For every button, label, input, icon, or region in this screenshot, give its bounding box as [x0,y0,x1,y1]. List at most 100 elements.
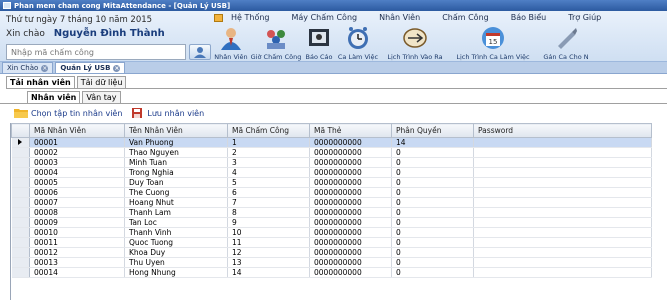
table-cell[interactable]: 0 [391,167,474,178]
table-cell[interactable]: Minh Tuan [124,157,228,168]
toolbar-shift-button[interactable]: Ca Làm Việc [336,24,380,62]
table-cell[interactable] [473,197,652,208]
column-header[interactable]: Mã Nhân Viên [29,123,125,138]
toolbar-assign-shift-button[interactable]: Gán Ca Cho N [536,24,596,62]
table-cell[interactable] [473,167,652,178]
table-cell[interactable]: 0 [391,237,474,248]
menu-item-he-thong[interactable]: Hệ Thống [231,13,269,22]
table-cell[interactable]: 6 [227,187,310,198]
tab-xin-chao[interactable]: Xin Chào × [2,62,54,73]
table-cell[interactable]: 00010 [29,227,125,238]
table-cell[interactable] [473,227,652,238]
table-cell[interactable]: 00009 [29,217,125,228]
table-cell[interactable] [473,267,652,278]
table-cell[interactable]: 0000000000 [309,227,392,238]
table-cell[interactable]: 00012 [29,247,125,258]
row-indicator[interactable] [11,247,30,258]
table-cell[interactable]: Van Phuong [124,137,228,148]
table-cell[interactable]: 00005 [29,177,125,188]
table-cell[interactable]: 0000000000 [309,157,392,168]
table-cell[interactable]: Trong Nghia [124,167,228,178]
row-indicator[interactable] [11,197,30,208]
table-cell[interactable] [473,207,652,218]
choose-file-button[interactable]: Chọn tập tin nhân viên [14,108,122,118]
menu-item-tro-giup[interactable]: Trợ Giúp [568,13,601,22]
table-cell[interactable]: The Cuong [124,187,228,198]
row-indicator[interactable] [11,227,30,238]
table-cell[interactable] [473,147,652,158]
close-icon[interactable]: × [113,64,121,72]
table-cell[interactable]: 12 [227,247,310,258]
table-row[interactable]: 00014 Hong Nhung 14 0000000000 0 [11,267,652,278]
table-cell[interactable]: Thanh Vinh [124,227,228,238]
table-cell[interactable]: Thao Nguyen [124,147,228,158]
row-indicator[interactable] [11,177,30,188]
table-cell[interactable] [473,237,652,248]
table-row[interactable]: 00003 Minh Tuan 3 0000000000 0 [11,157,652,168]
row-indicator[interactable] [11,237,30,248]
table-cell[interactable]: 00003 [29,157,125,168]
column-header[interactable]: Tên Nhân Viên [124,123,228,138]
table-cell[interactable]: 13 [227,257,310,268]
row-indicator[interactable] [11,267,30,278]
table-cell[interactable]: 0000000000 [309,197,392,208]
row-indicator[interactable] [11,257,30,268]
table-cell[interactable]: 0 [391,187,474,198]
table-row[interactable]: 00006 The Cuong 6 0000000000 0 [11,187,652,198]
table-cell[interactable]: 0 [391,257,474,268]
table-row[interactable]: 00012 Khoa Duy 12 0000000000 0 [11,247,652,258]
table-cell[interactable]: 0000000000 [309,217,392,228]
table-cell[interactable]: 9 [227,217,310,228]
table-row[interactable]: 00013 Thu Uyen 13 0000000000 0 [11,257,652,268]
column-header[interactable]: Mã Chấm Công [227,123,310,138]
table-cell[interactable]: 3 [227,157,310,168]
table-row[interactable]: 00011 Quoc Tuong 11 0000000000 0 [11,237,652,248]
table-cell[interactable]: 0 [391,197,474,208]
menu-item-may-cham-cong[interactable]: Máy Chấm Công [291,13,357,22]
table-cell[interactable]: 4 [227,167,310,178]
row-indicator[interactable] [11,187,30,198]
tab-quan-ly-usb[interactable]: Quản Lý USB × [55,62,126,73]
table-cell[interactable]: Khoa Duy [124,247,228,258]
table-cell[interactable]: Hong Nhung [124,267,228,278]
table-cell[interactable]: 00014 [29,267,125,278]
toolbar-attendance-time-button[interactable]: Giờ Chấm Công [250,24,302,62]
table-cell[interactable]: Tan Loc [124,217,228,228]
table-cell[interactable]: 00011 [29,237,125,248]
table-cell[interactable]: 00002 [29,147,125,158]
table-cell[interactable]: 1 [227,137,310,148]
table-cell[interactable] [473,217,652,228]
row-indicator[interactable] [11,207,30,218]
tab-tai-du-lieu[interactable]: Tải dữ liệu [76,76,127,88]
table-cell[interactable]: Hoang Nhut [124,197,228,208]
table-cell[interactable]: 0000000000 [309,187,392,198]
table-cell[interactable]: 0000000000 [309,167,392,178]
table-cell[interactable]: 0000000000 [309,147,392,158]
table-cell[interactable]: 0000000000 [309,267,392,278]
menu-item-cham-cong[interactable]: Chấm Công [442,13,489,22]
row-indicator[interactable] [11,137,30,148]
table-row[interactable]: 00010 Thanh Vinh 10 0000000000 0 [11,227,652,238]
toolbar-in-out-schedule-button[interactable]: Lịch Trình Vào Ra [380,24,450,62]
table-cell[interactable]: 0 [391,247,474,258]
menu-item-bao-bieu[interactable]: Báo Biểu [511,13,547,22]
table-cell[interactable]: 14 [391,137,474,148]
table-cell[interactable]: 5 [227,177,310,188]
row-indicator[interactable] [11,157,30,168]
table-row[interactable]: 00009 Tan Loc 9 0000000000 0 [11,217,652,228]
table-cell[interactable]: 00004 [29,167,125,178]
search-button[interactable] [189,44,211,60]
toolbar-report-button[interactable]: Báo Cáo [302,24,336,62]
table-cell[interactable]: 11 [227,237,310,248]
table-cell[interactable]: Thanh Lam [124,207,228,218]
table-cell[interactable] [473,177,652,188]
table-cell[interactable] [473,157,652,168]
table-cell[interactable] [473,137,652,148]
table-cell[interactable]: 10 [227,227,310,238]
table-cell[interactable] [473,247,652,258]
row-indicator[interactable] [11,167,30,178]
table-row[interactable]: 00001 Van Phuong 1 0000000000 14 [11,137,652,148]
table-cell[interactable] [473,187,652,198]
table-row[interactable]: 00007 Hoang Nhut 7 0000000000 0 [11,197,652,208]
table-cell[interactable]: 0 [391,157,474,168]
